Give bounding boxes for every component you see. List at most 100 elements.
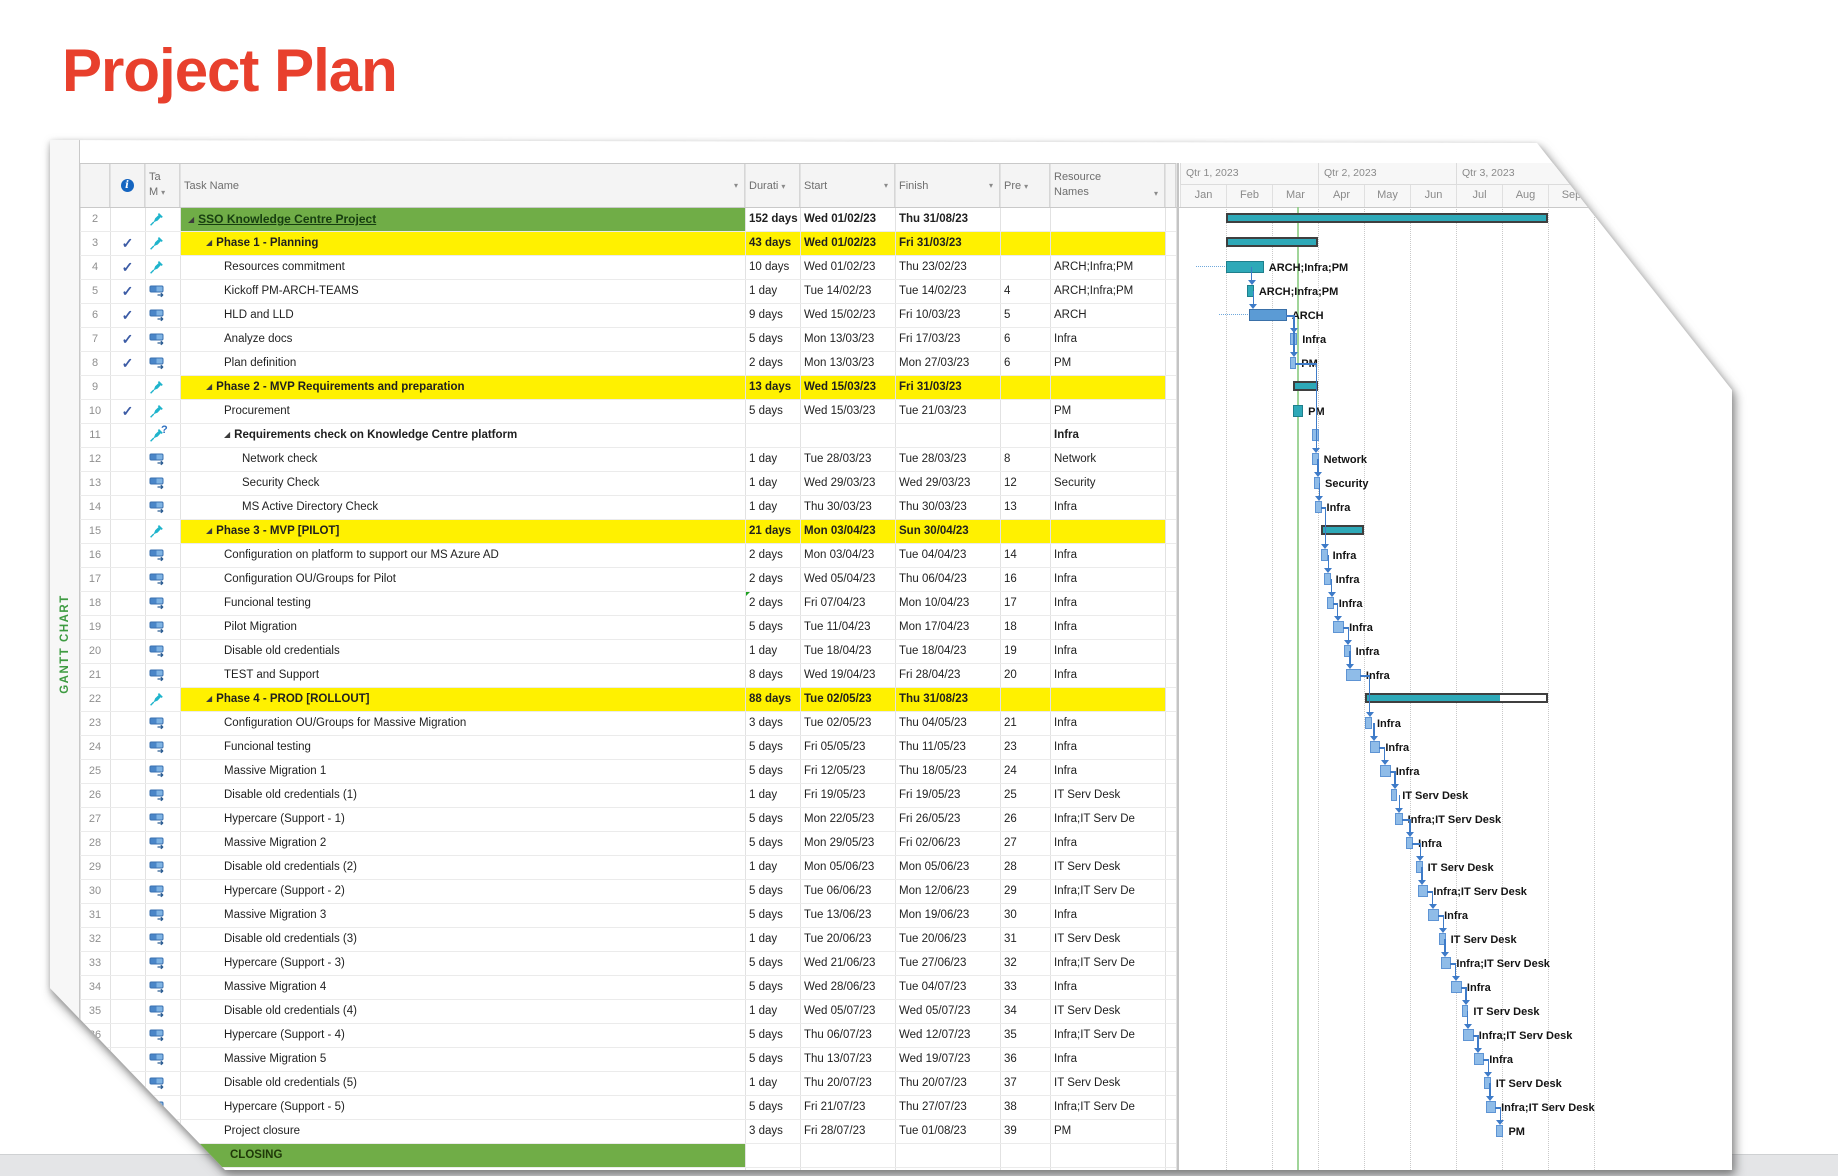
cell-start[interactable]	[800, 423, 895, 447]
cell-start[interactable]: Fri 07/04/23	[800, 591, 895, 615]
cell-id[interactable]: 29	[80, 855, 110, 879]
auto-scheduled-icon[interactable]	[145, 951, 180, 975]
cell-fin[interactable]: Tue 01/08/23	[895, 1119, 1000, 1143]
cell-name[interactable]: Analyze docs	[180, 327, 745, 351]
cell-res[interactable]	[1050, 231, 1165, 255]
cell-start[interactable]: Wed 05/07/23	[800, 999, 895, 1023]
cell-pre[interactable]: 23	[1000, 735, 1050, 759]
cell-res[interactable]: Infra	[1050, 903, 1165, 927]
auto-scheduled-icon[interactable]	[145, 663, 180, 687]
cell-fin[interactable]: Tue 21/03/23	[895, 399, 1000, 423]
cell-res[interactable]: Infra	[1050, 711, 1165, 735]
cell-id[interactable]: 2	[80, 207, 110, 231]
cell-name[interactable]: Hypercare (Support - 1)	[180, 807, 745, 831]
cell-id[interactable]: 8	[80, 351, 110, 375]
cell-id[interactable]: 12	[80, 447, 110, 471]
cell-name[interactable]: Pilot Migration	[180, 615, 745, 639]
auto-scheduled-icon[interactable]	[145, 711, 180, 735]
cell-name[interactable]: Security Check	[180, 471, 745, 495]
indicator-header[interactable]: i	[110, 163, 145, 207]
cell-start[interactable]: Tue 02/05/23	[800, 711, 895, 735]
cell-dur[interactable]: 43 days	[745, 231, 800, 255]
cell-pre[interactable]: 13	[1000, 495, 1050, 519]
cell-res[interactable]: ARCH;Infra;PM	[1050, 255, 1165, 279]
cell-pre[interactable]	[1000, 399, 1050, 423]
cell-dur[interactable]: 2 days	[745, 351, 800, 375]
cell-pre[interactable]	[1000, 231, 1050, 255]
cell-dur[interactable]: 2 days	[745, 567, 800, 591]
timeline-month-label[interactable]: Jan	[1180, 185, 1226, 207]
cell-name[interactable]: Kickoff PM-ARCH-TEAMS	[180, 279, 745, 303]
cell-start[interactable]: Wed 19/04/23	[800, 663, 895, 687]
auto-scheduled-icon[interactable]	[145, 975, 180, 999]
cell-start[interactable]: Wed 05/04/23	[800, 567, 895, 591]
cell-start[interactable]: Fri 12/05/23	[800, 759, 895, 783]
auto-scheduled-icon[interactable]	[145, 999, 180, 1023]
cell-pre[interactable]: 32	[1000, 951, 1050, 975]
cell-id[interactable]: 18	[80, 591, 110, 615]
timeline-quarter-label[interactable]: Qtr 2, 2023	[1318, 163, 1456, 185]
cell-pre[interactable]: 29	[1000, 879, 1050, 903]
gantt-bar-task[interactable]	[1324, 573, 1331, 585]
gantt-bar-task[interactable]	[1293, 405, 1303, 417]
expand-icon[interactable]: ◢	[206, 382, 212, 391]
cell-start[interactable]: Wed 01/02/23	[800, 207, 895, 231]
cell-start[interactable]: Wed 28/06/23	[800, 975, 895, 999]
cell-res[interactable]: Infra	[1050, 615, 1165, 639]
cell-fin[interactable]: Fri 28/04/23	[895, 663, 1000, 687]
cell-start[interactable]: Mon 03/04/23	[800, 519, 895, 543]
cell-name[interactable]: MS Active Directory Check	[180, 495, 745, 519]
start-header[interactable]: Start ▾	[800, 163, 895, 207]
cell-fin[interactable]: Thu 20/07/23	[895, 1071, 1000, 1095]
filter-arrow-icon[interactable]: ▾	[884, 164, 888, 208]
cell-ind[interactable]	[110, 903, 145, 927]
expand-icon[interactable]: ◢	[206, 238, 212, 247]
cell-dur[interactable]: 2 days	[745, 543, 800, 567]
resource-names-header[interactable]: Resource Names ▾	[1050, 163, 1165, 207]
cell-id[interactable]: 10	[80, 399, 110, 423]
cell-res[interactable]: Infra;IT Serv De	[1050, 951, 1165, 975]
pin-manually-scheduled-icon[interactable]	[145, 519, 180, 543]
cell-pre[interactable]: 16	[1000, 567, 1050, 591]
cell-dur[interactable]: 1 day	[745, 927, 800, 951]
cell-fin[interactable]: Wed 05/07/23	[895, 999, 1000, 1023]
add-column-stub[interactable]	[1165, 163, 1176, 207]
cell-id[interactable]: 21	[80, 663, 110, 687]
cell-start[interactable]: Mon 22/05/23	[800, 807, 895, 831]
cell-res[interactable]: Infra;IT Serv De	[1050, 1023, 1165, 1047]
cell-name[interactable]: Disable old credentials (5)	[180, 1071, 745, 1095]
cell-fin[interactable]: Fri 10/03/23	[895, 303, 1000, 327]
gantt-bar-summary[interactable]	[1293, 381, 1318, 391]
cell-id[interactable]	[80, 1071, 110, 1095]
pin-manually-scheduled-icon[interactable]	[145, 231, 180, 255]
cell-dur[interactable]: 1 day	[745, 279, 800, 303]
cell-res[interactable]: PM	[1050, 1119, 1165, 1143]
cell-start[interactable]: Fri 21/07/23	[800, 1095, 895, 1119]
timeline-month-label[interactable]: Sep	[1548, 185, 1594, 207]
cell-pre[interactable]: 5	[1000, 303, 1050, 327]
cell-ind[interactable]	[110, 759, 145, 783]
cell-res[interactable]: Infra	[1050, 567, 1165, 591]
cell-fin[interactable]: Thu 23/02/23	[895, 255, 1000, 279]
cell-fin[interactable]: Mon 12/06/23	[895, 879, 1000, 903]
cell-id[interactable]: 31	[80, 903, 110, 927]
cell-res[interactable]	[1050, 375, 1165, 399]
cell-dur[interactable]: 2 days	[745, 591, 800, 615]
cell-name[interactable]: Procurement	[180, 399, 745, 423]
cell-dur[interactable]: 5 days	[745, 759, 800, 783]
cell-pre[interactable]	[1000, 1143, 1050, 1167]
cell-start[interactable]: Fri 19/05/23	[800, 783, 895, 807]
cell-res[interactable]: Infra	[1050, 759, 1165, 783]
cell-res[interactable]	[1050, 1143, 1165, 1167]
cell-res[interactable]: PM	[1050, 351, 1165, 375]
cell-pre[interactable]: 30	[1000, 903, 1050, 927]
cell-res[interactable]: Network	[1050, 447, 1165, 471]
cell-res[interactable]: Infra	[1050, 1047, 1165, 1071]
cell-dur[interactable]: 1 day	[745, 1071, 800, 1095]
cell-id[interactable]	[80, 1047, 110, 1071]
expand-icon[interactable]: ◢	[206, 694, 212, 703]
cell-start[interactable]: Fri 05/05/23	[800, 735, 895, 759]
check-icon[interactable]: ✓	[110, 231, 145, 255]
cell-fin[interactable]: Tue 20/06/23	[895, 927, 1000, 951]
check-icon[interactable]: ✓	[110, 303, 145, 327]
